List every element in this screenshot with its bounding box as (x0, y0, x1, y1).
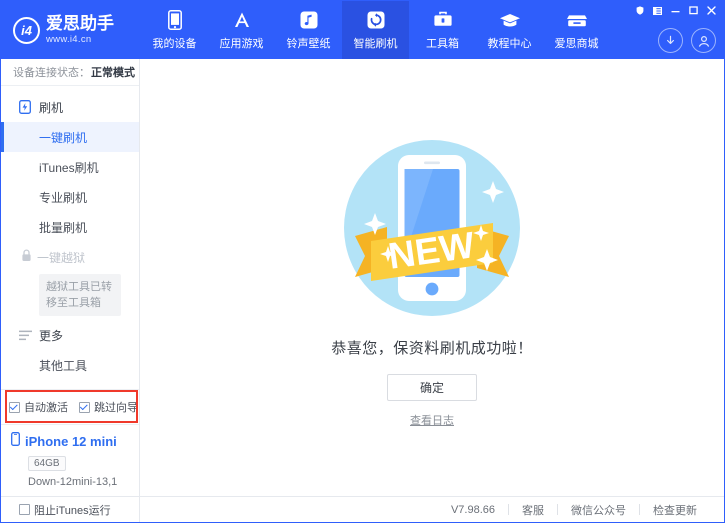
sidebar-item-batch-flash[interactable]: 批量刷机 (1, 212, 139, 242)
nav-label: 我的设备 (153, 35, 197, 51)
connection-status-label: 设备连接状态： (13, 64, 90, 80)
sidebar-item-label: 其他工具 (39, 357, 87, 374)
nav-item-store[interactable]: 爱思商城 (543, 1, 610, 59)
app-logo[interactable]: i4 爱思助手 www.i4.cn (1, 1, 141, 59)
header-actions (658, 28, 716, 53)
sidebar: 设备连接状态：正常模式 刷机 一键刷机 iTunes刷机 (1, 59, 140, 496)
main-content: NEW 恭喜您，保资料刷机成功啦！ 确定 查看日志 (140, 59, 724, 496)
device-capacity-badge: 64GB (28, 456, 66, 471)
success-message: 恭喜您，保资料刷机成功啦！ (331, 337, 533, 358)
nav-item-smart-flash[interactable]: 智能刷机 (342, 1, 409, 59)
store-icon (565, 9, 589, 31)
nav-label: 爱思商城 (555, 35, 599, 51)
close-icon[interactable] (703, 3, 720, 18)
more-lines-icon (18, 328, 32, 342)
connection-status-value: 正常模式 (91, 64, 135, 80)
tutorial-icon (498, 9, 522, 31)
logo-title: 爱思助手 (46, 15, 114, 32)
new-phone-banner-illustration: NEW (341, 137, 523, 319)
menu-icon[interactable] (649, 3, 666, 18)
checkbox-box (79, 402, 90, 413)
confirm-button[interactable]: 确定 (387, 374, 477, 401)
sidebar-nav: 刷机 一键刷机 iTunes刷机 专业刷机 批量刷机 (1, 86, 139, 389)
checkbox-box (9, 402, 20, 413)
i4-assistant-window: i4 爱思助手 www.i4.cn 我的设备 (0, 0, 725, 523)
sidebar-group-flash: 刷机 (1, 92, 139, 122)
nav-item-toolbox[interactable]: 工具箱 (409, 1, 476, 59)
account-icon[interactable] (691, 28, 716, 53)
sidebar-item-other-tools[interactable]: 其他工具 (1, 350, 139, 380)
sidebar-item-label: iTunes刷机 (39, 159, 99, 176)
version-label: V7.98.66 (438, 504, 508, 516)
maximize-icon[interactable] (685, 3, 702, 18)
logo-mark-text: i4 (21, 23, 32, 38)
sidebar-item-label: 一键刷机 (39, 129, 87, 146)
phone-icon (11, 432, 20, 451)
status-bar: 阻止iTunes运行 V7.98.66 客服 微信公众号 检查更新 (1, 496, 724, 522)
sidebar-item-label: 批量刷机 (39, 219, 87, 236)
checkbox-box (19, 504, 30, 515)
sidebar-group-label: 更多 (39, 327, 63, 344)
checkbox-label: 阻止iTunes运行 (34, 502, 111, 518)
nav-item-ringtone-wallpaper[interactable]: 铃声壁纸 (275, 1, 342, 59)
status-bar-right: V7.98.66 客服 微信公众号 检查更新 (140, 497, 724, 522)
sidebar-item-label: 专业刷机 (39, 189, 87, 206)
smart-flash-icon (364, 9, 388, 31)
auto-activate-checkbox[interactable]: 自动激活 (9, 399, 68, 415)
checkbox-label: 自动激活 (24, 399, 68, 415)
sidebar-group-more: 更多 (1, 320, 139, 350)
sidebar-item-pro-flash[interactable]: 专业刷机 (1, 182, 139, 212)
flash-phone-icon (18, 100, 32, 114)
sidebar-item-label: 一键越狱 (37, 249, 85, 266)
device-identifier: Down-12mini-13,1 (28, 476, 139, 488)
sidebar-item-jailbreak: 一键越狱 (1, 242, 139, 272)
lock-icon (21, 249, 32, 265)
block-itunes-checkbox[interactable]: 阻止iTunes运行 (19, 502, 111, 518)
download-icon[interactable] (658, 28, 683, 53)
ringtone-wallpaper-icon (297, 9, 321, 31)
checkbox-label: 跳过向导 (94, 399, 138, 415)
nav-item-tutorial-center[interactable]: 教程中心 (476, 1, 543, 59)
nav-label: 应用游戏 (220, 35, 264, 51)
connected-device-card[interactable]: iPhone 12 mini 64GB Down-12mini-13,1 (1, 424, 139, 496)
sidebar-item-download-firmware[interactable]: 下载固件 (1, 380, 139, 389)
device-name: iPhone 12 mini (25, 434, 117, 449)
view-log-link[interactable]: 查看日志 (410, 412, 454, 428)
skip-setup-wizard-checkbox[interactable]: 跳过向导 (79, 399, 138, 415)
app-header: i4 爱思助手 www.i4.cn 我的设备 (1, 1, 724, 59)
customer-service-link[interactable]: 客服 (509, 502, 557, 518)
shield-icon[interactable] (631, 3, 648, 18)
nav-label: 工具箱 (426, 35, 459, 51)
apps-games-icon (230, 9, 254, 31)
wechat-official-link[interactable]: 微信公众号 (558, 502, 639, 518)
jailbreak-tooltip: 越狱工具已转移至工具箱 (39, 274, 121, 316)
device-icon (163, 9, 187, 31)
sidebar-item-itunes-flash[interactable]: iTunes刷机 (1, 152, 139, 182)
sidebar-item-one-key-flash[interactable]: 一键刷机 (1, 122, 139, 152)
window-controls (631, 3, 720, 18)
nav-label: 铃声壁纸 (287, 35, 331, 51)
app-body: 设备连接状态：正常模式 刷机 一键刷机 iTunes刷机 (1, 59, 724, 496)
flash-options: 自动激活 跳过向导 (1, 389, 139, 424)
nav-item-apps-games[interactable]: 应用游戏 (208, 1, 275, 59)
nav-item-my-device[interactable]: 我的设备 (141, 1, 208, 59)
status-bar-left: 阻止iTunes运行 (1, 497, 140, 522)
check-update-link[interactable]: 检查更新 (640, 502, 710, 518)
logo-url: www.i4.cn (46, 35, 114, 45)
toolbox-icon (431, 9, 455, 31)
nav-label: 智能刷机 (354, 35, 398, 51)
minimize-icon[interactable] (667, 3, 684, 18)
nav-label: 教程中心 (488, 35, 532, 51)
logo-mark-icon: i4 (13, 17, 40, 44)
connection-status: 设备连接状态：正常模式 (1, 59, 139, 86)
sidebar-group-label: 刷机 (39, 99, 63, 116)
